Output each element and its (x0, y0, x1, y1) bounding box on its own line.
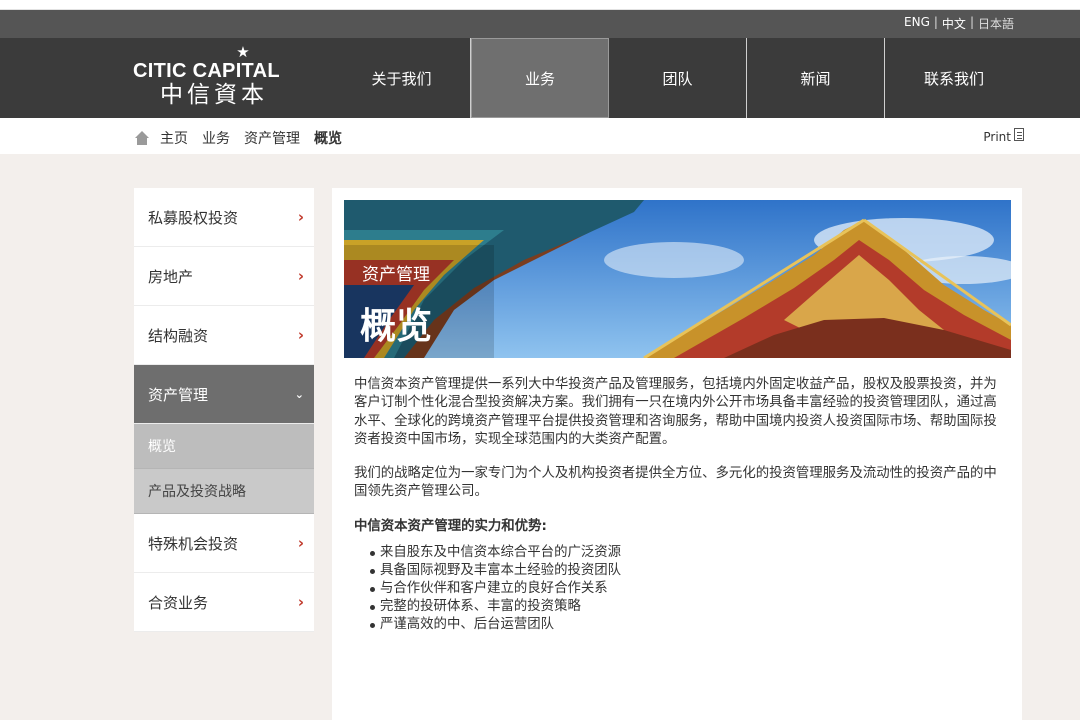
sidebar-item-label: 资产管理 (148, 385, 209, 404)
list-item: 来自股东及中信资本综合平台的广泛资源 (370, 544, 1004, 562)
sidebar-item-label: 合资业务 (148, 593, 209, 612)
logo-chinese-text: 中信資本 (160, 82, 268, 108)
lang-ja-link[interactable]: 日本語 (978, 15, 1014, 32)
sidebar-item-joint-ventures[interactable]: 合资业务 › (134, 573, 314, 632)
document-icon (1014, 127, 1024, 141)
main-nav-bar: ★ CITIC CAPITAL 中信資本 关于我们 业务 团队 新闻 联系我们 (0, 38, 1080, 118)
sidebar-item-label: 私募股权投资 (148, 208, 239, 227)
lang-separator: | (969, 15, 974, 29)
list-item: 与合作伙伴和客户建立的良好合作关系 (370, 580, 1004, 598)
sidebar-item-label: 房地产 (148, 267, 194, 286)
chevron-right-icon: › (297, 326, 304, 344)
main-menu: 关于我们 业务 团队 新闻 联系我们 (333, 38, 1023, 118)
chevron-right-icon: › (297, 267, 304, 285)
lang-zh-link[interactable]: 中文 (942, 15, 966, 32)
paragraph-positioning: 我们的战略定位为一家专门为个人及机构投资者提供全方位、多元化的投资管理服务及流动… (354, 466, 997, 500)
nav-contact-us[interactable]: 联系我们 (885, 38, 1023, 118)
main-content-panel: 资产管理 概览 中信资本资产管理提供一系列大中华投资产品及管理服务，包括境内外固… (332, 188, 1022, 720)
banner-subtitle: 资产管理 (362, 265, 430, 285)
article-content: 中信资本资产管理提供一系列大中华投资产品及管理服务，包括境内外固定收益产品，股权… (354, 376, 1004, 634)
list-item: 严谨高效的中、后台运营团队 (370, 616, 1004, 634)
sidebar-item-real-estate[interactable]: 房地产 › (134, 247, 314, 306)
nav-about-us[interactable]: 关于我们 (333, 38, 471, 118)
breadcrumb-bar: 主页 业务 资产管理 概览 Print (0, 118, 1080, 154)
nav-news[interactable]: 新闻 (747, 38, 885, 118)
list-item: 具备国际视野及丰富本土经验的投资团队 (370, 562, 1004, 580)
chevron-right-icon: › (297, 208, 304, 226)
language-bar: ENG | 中文 | 日本語 (0, 10, 1080, 38)
sidebar-item-structured-finance[interactable]: 结构融资 › (134, 306, 314, 365)
sidebar-item-special-opportunities[interactable]: 特殊机会投资 › (134, 514, 314, 573)
citic-capital-logo[interactable]: ★ CITIC CAPITAL 中信資本 (133, 44, 293, 114)
paragraph-intro: 中信资本资产管理提供一系列大中华投资产品及管理服务，包括境内外固定收益产品，股权… (354, 377, 997, 447)
nav-team[interactable]: 团队 (609, 38, 747, 118)
sidebar-item-private-equity[interactable]: 私募股权投资 › (134, 188, 314, 247)
forbidden-city-roof-image (344, 200, 1011, 358)
chevron-down-icon: ⌄ (294, 387, 304, 401)
breadcrumb-current: 概览 (314, 131, 342, 147)
sidebar: 私募股权投资 › 房地产 › 结构融资 › 资产管理 ⌄ 概览 产品及投资战略 … (134, 188, 314, 632)
nav-business[interactable]: 业务 (471, 38, 609, 118)
list-item: 完整的投研体系、丰富的投资策略 (370, 598, 1004, 616)
banner-image: 资产管理 概览 (344, 200, 1011, 358)
logo-english-text: CITIC CAPITAL (133, 60, 280, 82)
sidebar-item-label: 特殊机会投资 (148, 534, 239, 553)
logo-star-icon: ★ (236, 43, 250, 61)
home-icon[interactable] (134, 131, 150, 145)
language-switcher: ENG | 中文 | 日本語 (904, 15, 1014, 32)
sidebar-subitem-products-strategy[interactable]: 产品及投资战略 (134, 469, 314, 514)
chevron-right-icon: › (297, 593, 304, 611)
breadcrumb-home[interactable]: 主页 (160, 128, 188, 148)
strengths-list: 来自股东及中信资本综合平台的广泛资源 具备国际视野及丰富本土经验的投资团队 与合… (354, 544, 1004, 634)
banner-title: 概览 (360, 306, 433, 347)
chevron-right-icon: › (297, 534, 304, 552)
print-label: Print (983, 130, 1011, 144)
lang-eng-link[interactable]: ENG (904, 15, 930, 32)
sidebar-subitem-overview[interactable]: 概览 (134, 424, 314, 469)
sidebar-item-asset-management[interactable]: 资产管理 ⌄ (134, 365, 314, 424)
breadcrumb: 主页 业务 资产管理 概览 (134, 128, 356, 148)
lang-separator: | (933, 15, 938, 29)
strengths-heading: 中信资本资产管理的实力和优势: (354, 518, 547, 534)
breadcrumb-business[interactable]: 业务 (202, 128, 230, 148)
sidebar-item-label: 结构融资 (148, 326, 209, 345)
print-button[interactable]: Print (983, 127, 1024, 144)
browser-strip (0, 0, 1080, 10)
breadcrumb-asset-management[interactable]: 资产管理 (244, 128, 300, 148)
